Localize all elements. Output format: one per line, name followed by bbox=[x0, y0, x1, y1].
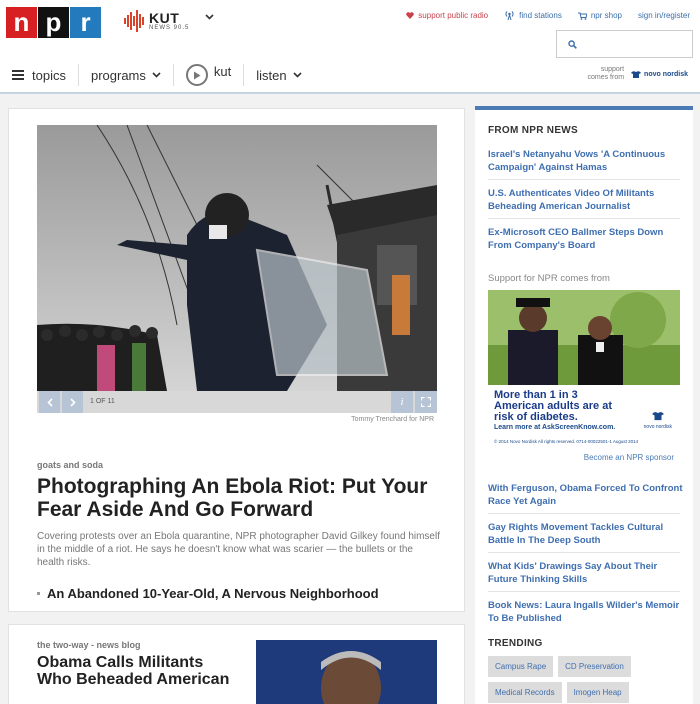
info-icon[interactable]: i bbox=[391, 391, 413, 413]
next-slide-button[interactable] bbox=[62, 391, 83, 413]
trending-tags: Campus Rape CD Preservation Medical Reco… bbox=[488, 656, 680, 704]
chevron-down-icon bbox=[293, 72, 302, 78]
story-kicker[interactable]: goats and soda bbox=[37, 460, 103, 470]
nav-listen[interactable]: listen bbox=[244, 64, 313, 86]
from-npr-news-heading: FROM NPR NEWS bbox=[488, 125, 579, 136]
site-header: n p r KUT NEWS 90.5 support public radio… bbox=[0, 0, 700, 94]
sidebar-news-link[interactable]: Gay Rights Movement Tackles Cultural Bat… bbox=[488, 521, 683, 547]
header-sponsor[interactable]: support comes from novo nordisk bbox=[587, 66, 688, 83]
ad-link[interactable]: Learn more at AskScreenKnow.com. bbox=[494, 424, 615, 431]
story-teaser: Covering protests over an Ebola quaranti… bbox=[37, 531, 440, 568]
trending-tag[interactable]: Campus Rape bbox=[488, 656, 554, 677]
become-sponsor-link[interactable]: Become an NPR sponsor bbox=[584, 453, 674, 462]
previous-slide-button[interactable] bbox=[39, 391, 60, 413]
utility-links: support public radio find stations npr s… bbox=[390, 11, 690, 20]
station-chevron-down-icon[interactable] bbox=[205, 12, 214, 23]
play-icon[interactable] bbox=[185, 64, 208, 86]
divider bbox=[488, 218, 680, 219]
npr-shop-link[interactable]: npr shop bbox=[577, 11, 622, 20]
ad-brand: novo nordisk bbox=[643, 424, 672, 430]
npr-logo[interactable]: n p r bbox=[6, 7, 102, 38]
heart-icon bbox=[406, 12, 415, 19]
bull-icon bbox=[651, 412, 664, 421]
hamburger-icon bbox=[12, 70, 24, 80]
ad-copy: More than 1 in 3 American adults are at … bbox=[494, 390, 634, 423]
lead-story-photo[interactable] bbox=[37, 125, 437, 391]
trending-heading: TRENDING bbox=[488, 638, 543, 649]
chevron-right-icon bbox=[69, 397, 76, 407]
related-story-link[interactable]: An Abandoned 10-Year-Old, A Nervous Neig… bbox=[37, 586, 379, 601]
second-story-photo[interactable] bbox=[256, 640, 437, 704]
divider bbox=[488, 552, 680, 553]
sponsor-ad[interactable]: More than 1 in 3 American adults are at … bbox=[488, 290, 680, 450]
station-frequency: NEWS 90.5 bbox=[149, 25, 190, 31]
sign-in-label: sign in/register bbox=[637, 11, 690, 20]
slideshow-controls: 1 OF 11 i bbox=[37, 391, 437, 413]
support-public-radio-link[interactable]: support public radio bbox=[406, 11, 488, 20]
chevron-left-icon bbox=[46, 397, 53, 407]
radio-tower-icon bbox=[505, 11, 514, 20]
novo-nordisk-name: novo nordisk bbox=[644, 70, 688, 78]
ad-fine-print: © 2014 Novo Nordisk All rights reserved.… bbox=[494, 439, 639, 444]
sidebar: FROM NPR NEWS Israel's Netanyahu Vows 'A… bbox=[475, 106, 693, 704]
sponsor-line-2: comes from bbox=[587, 74, 625, 82]
station-logo[interactable]: KUT NEWS 90.5 bbox=[123, 10, 189, 32]
search-icon bbox=[568, 40, 577, 49]
trending-tag[interactable]: Imogen Heap bbox=[566, 682, 629, 703]
nav-live-player[interactable]: kut bbox=[174, 63, 245, 86]
photo-credit: Tommy Trenchard for NPR bbox=[351, 416, 434, 423]
trending-tag[interactable]: CD Preservation bbox=[558, 656, 631, 677]
divider bbox=[488, 513, 680, 514]
second-story-kicker[interactable]: the two-way - news blog bbox=[37, 640, 141, 650]
sidebar-news-link[interactable]: With Ferguson, Obama Forced To Confront … bbox=[488, 482, 683, 508]
sidebar-news-link[interactable]: Israel's Netanyahu Vows 'A Continuous Ca… bbox=[488, 148, 683, 174]
find-stations-label: find stations bbox=[519, 11, 562, 20]
sidebar-news-link[interactable]: Book News: Laura Ingalls Wilder's Memoir… bbox=[488, 599, 683, 625]
logo-letter-p: p bbox=[38, 7, 69, 38]
chevron-down-icon bbox=[152, 72, 161, 78]
bullet-dot bbox=[37, 592, 40, 595]
sign-in-link[interactable]: sign in/register bbox=[638, 11, 690, 20]
expand-icon bbox=[421, 397, 431, 407]
logo-letter-n: n bbox=[6, 7, 37, 38]
divider bbox=[488, 591, 680, 592]
sidebar-news-link[interactable]: U.S. Authenticates Video Of Militants Be… bbox=[488, 187, 683, 213]
sidebar-news-link[interactable]: What Kids' Drawings Say About Their Futu… bbox=[488, 560, 683, 586]
nav-topics-label: topics bbox=[32, 67, 66, 83]
sponsor-label: Support for NPR comes from bbox=[488, 273, 610, 284]
nav-topics[interactable]: topics bbox=[0, 64, 79, 86]
trending-tag[interactable]: Medical Records bbox=[488, 682, 562, 703]
nav-programs[interactable]: programs bbox=[79, 64, 174, 86]
sidebar-news-link[interactable]: Ex-Microsoft CEO Ballmer Steps Down From… bbox=[488, 226, 683, 252]
lead-story-card: 1 OF 11 i Tommy Trenchard for NPR goats … bbox=[8, 108, 465, 612]
second-story-card: the two-way - news blog Obama Calls Mili… bbox=[8, 624, 465, 704]
ad-line-3: risk of diabetes. bbox=[494, 411, 578, 423]
nav-programs-label: programs bbox=[90, 67, 146, 83]
divider bbox=[488, 179, 680, 180]
search-input[interactable] bbox=[556, 30, 693, 58]
find-stations-link[interactable]: find stations bbox=[504, 11, 562, 20]
nav-listen-label: listen bbox=[256, 67, 287, 83]
novo-nordisk-logo: novo nordisk bbox=[630, 70, 688, 79]
related-story-title: An Abandoned 10-Year-Old, A Nervous Neig… bbox=[47, 586, 379, 601]
logo-letter-r: r bbox=[70, 7, 101, 38]
slide-counter: 1 OF 11 bbox=[90, 398, 115, 405]
story-headline[interactable]: Photographing An Ebola Riot: Put Your Fe… bbox=[37, 475, 442, 521]
sponsor-line-1: support bbox=[600, 66, 625, 73]
npr-shop-label: npr shop bbox=[590, 11, 622, 20]
ad-novo-nordisk-logo: novo nordisk bbox=[644, 410, 672, 430]
support-public-radio-label: support public radio bbox=[418, 11, 489, 20]
cart-icon bbox=[577, 12, 587, 20]
nav-live-label: kut bbox=[213, 63, 232, 79]
sound-wave-icon bbox=[124, 10, 144, 32]
second-story-headline[interactable]: Obama Calls Militants Who Beheaded Ameri… bbox=[37, 654, 237, 688]
bull-icon bbox=[631, 71, 642, 78]
fullscreen-button[interactable] bbox=[415, 391, 437, 413]
station-name: KUT bbox=[149, 10, 180, 26]
